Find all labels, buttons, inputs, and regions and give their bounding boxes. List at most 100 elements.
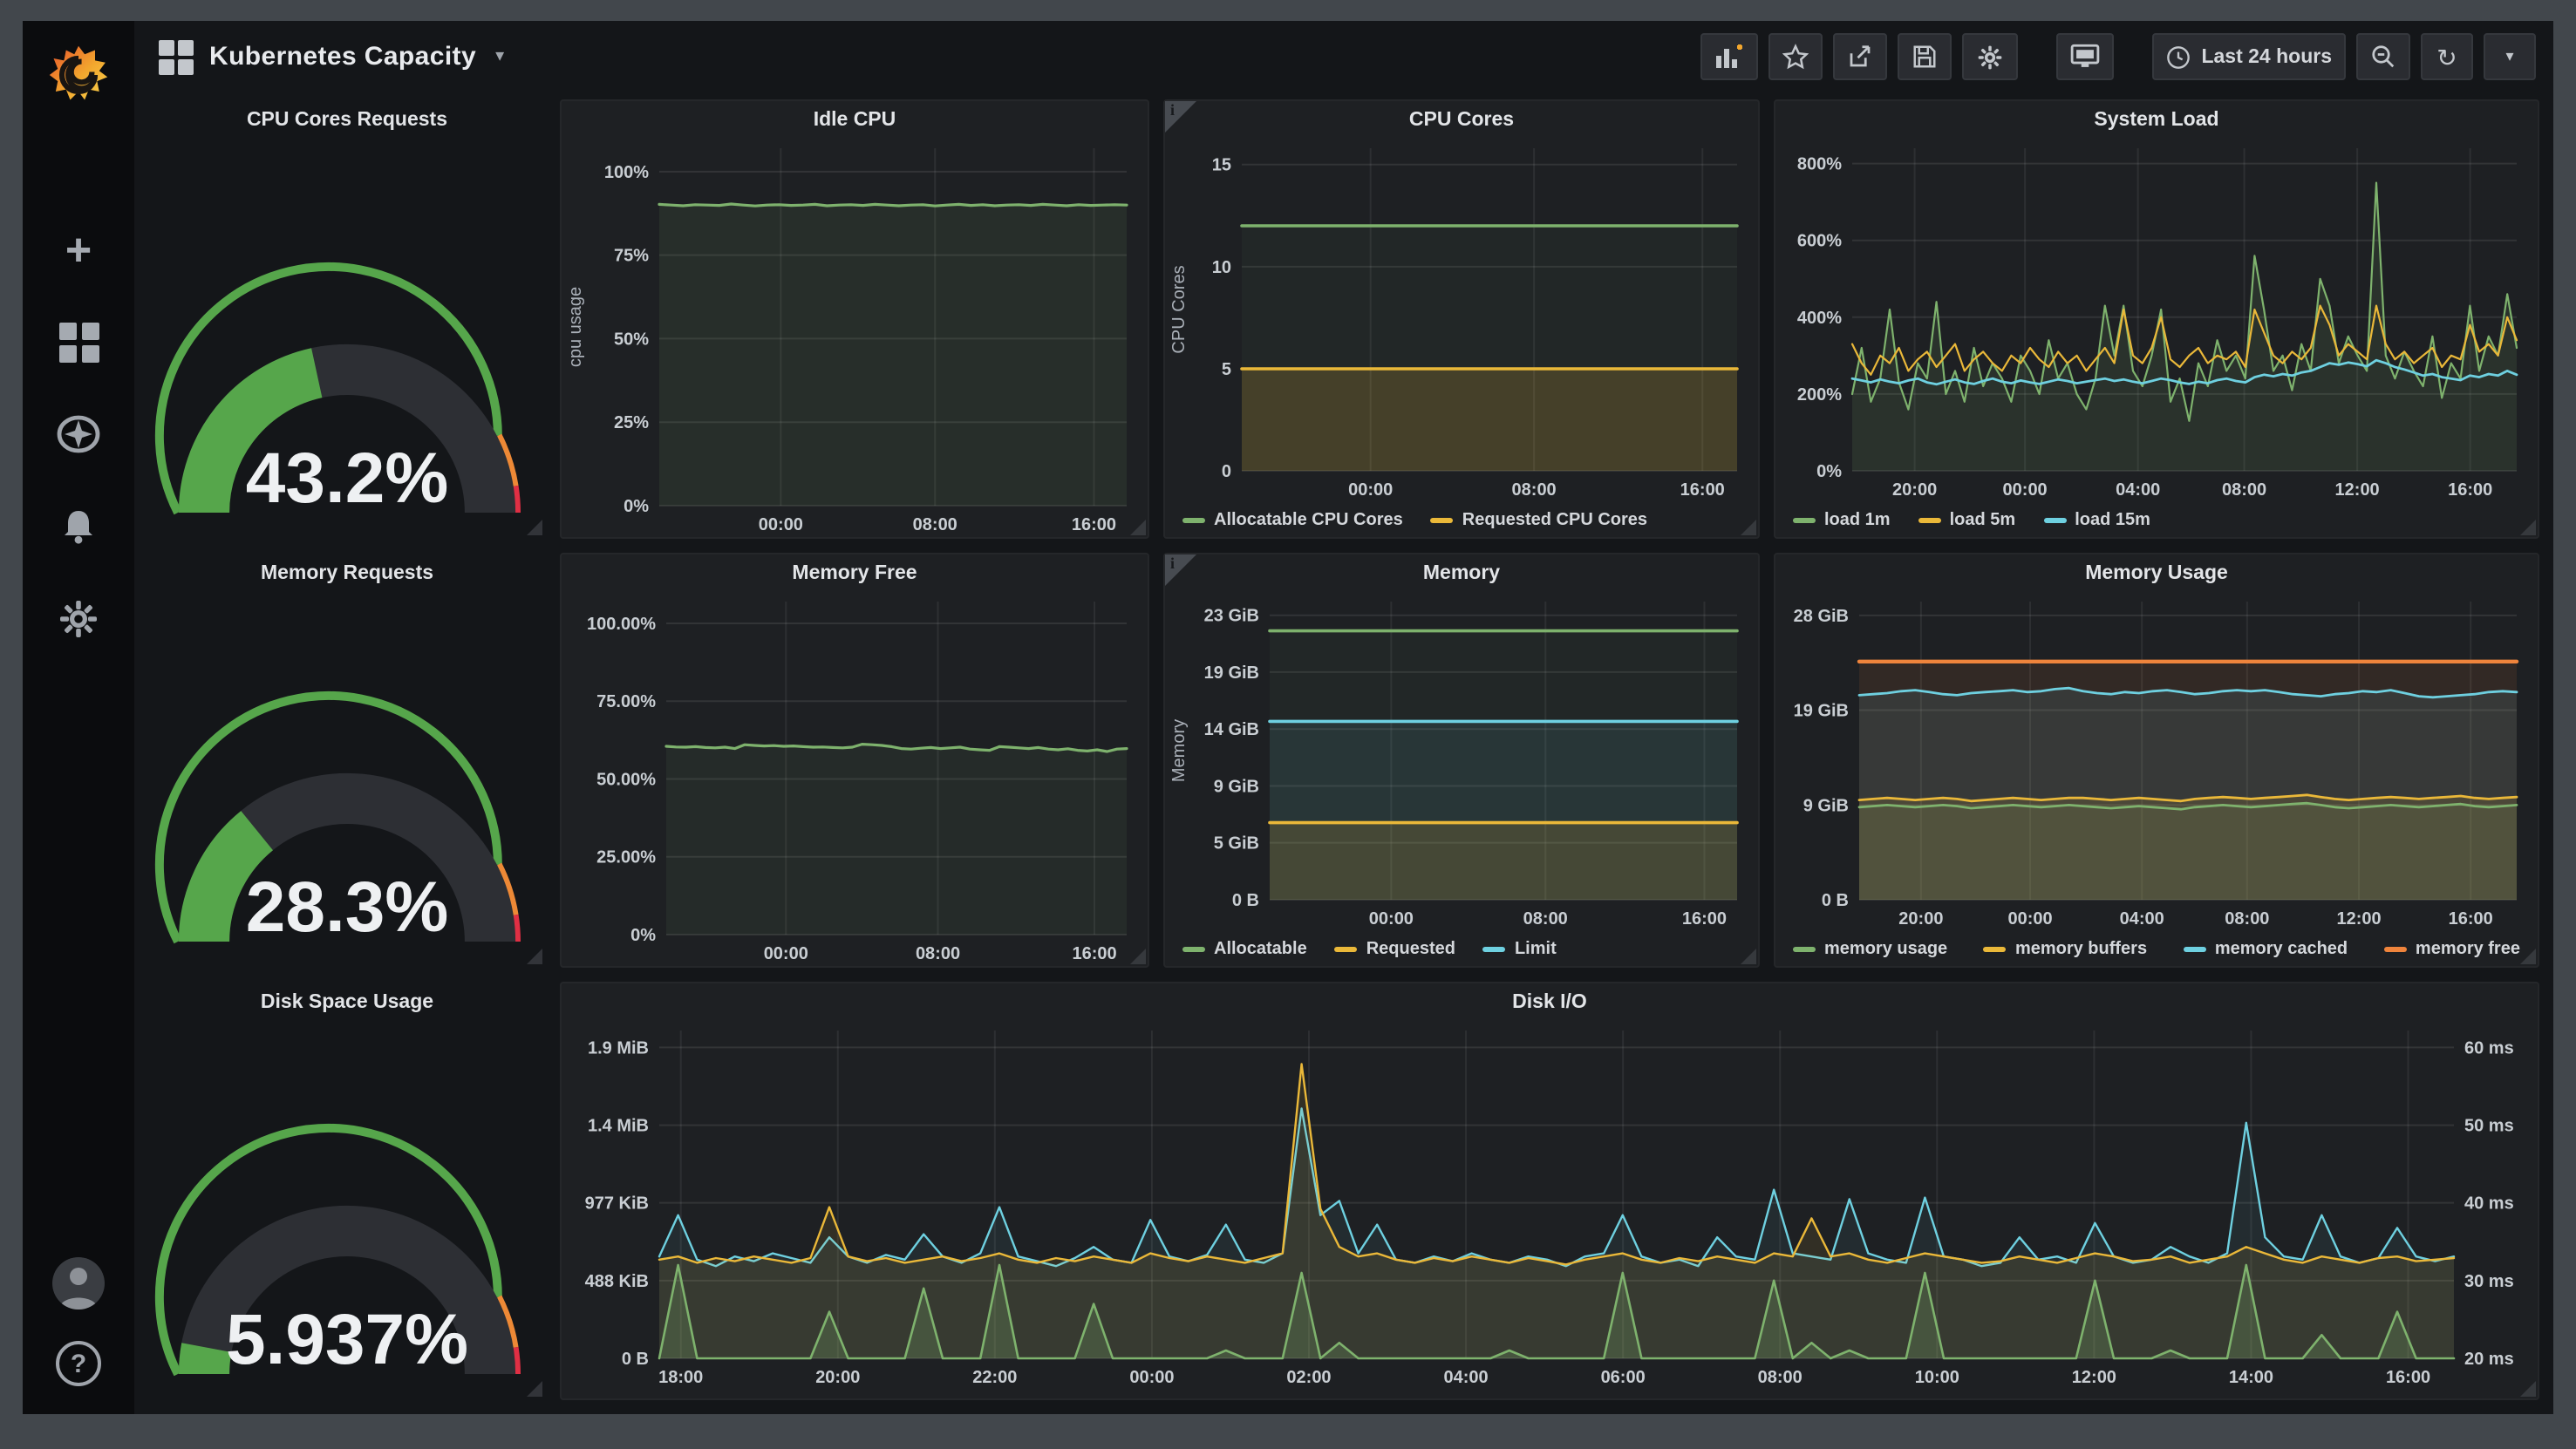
svg-text:15: 15 [1212,156,1231,175]
configuration-gear-icon[interactable] [56,596,101,642]
panel-memory-requests: Memory Requests 28.3% [148,553,546,968]
panel-header[interactable]: CPU Cores [1165,101,1758,138]
legend-color-dash [1182,946,1205,951]
memory-free-chart[interactable]: 00:0008:0016:000%25.00%50.00%75.00%100.0… [562,591,1148,966]
create-icon[interactable]: + [56,227,101,272]
grafana-logo-icon[interactable] [45,42,112,108]
panel-memory-free: Memory Free 00:0008:0016:000%25.00%50.00… [560,553,1149,968]
help-icon[interactable]: ? [56,1341,101,1386]
resize-handle[interactable] [527,520,542,535]
legend-item[interactable]: load 15m [2043,510,2150,529]
panel-title: Memory Requests [261,562,433,583]
svg-text:0 B: 0 B [1232,891,1259,910]
legend-color-dash [1793,517,1816,522]
svg-text:43.2%: 43.2% [246,439,449,518]
resize-handle[interactable] [527,949,542,964]
save-icon [1912,44,1938,70]
panel-title: Memory Free [792,562,917,583]
resize-handle[interactable] [1130,949,1146,964]
resize-handle[interactable] [527,1381,542,1397]
legend-item[interactable]: memory free [2384,939,2520,958]
svg-text:08:00: 08:00 [1523,909,1568,929]
svg-text:19 GiB: 19 GiB [1794,702,1849,721]
legend-item[interactable]: Requested [1335,939,1455,958]
svg-text:00:00: 00:00 [1369,909,1414,929]
explore-compass-icon[interactable] [56,412,101,457]
legend-item[interactable]: load 1m [1793,510,1891,529]
legend-item[interactable]: Limit [1483,939,1557,958]
resize-handle[interactable] [2520,1381,2536,1397]
panel-header[interactable]: CPU Cores Requests [150,101,544,138]
svg-text:20:00: 20:00 [1898,909,1943,929]
save-button[interactable] [1898,33,1952,80]
panel-title: Memory Usage [2085,562,2228,583]
panel-header[interactable]: Memory Free [562,554,1148,591]
legend-color-dash [2184,946,2206,951]
sidebar-bottom: ? [52,1257,105,1386]
panel-disk-space-usage: Disk Space Usage 5.937% [148,982,546,1400]
tv-mode-button[interactable] [2056,33,2114,80]
monitor-icon [2070,44,2100,70]
panel-idle-cpu: Idle CPU 00:0008:0016:000%25%50%75%100%c… [560,99,1149,539]
star-icon [1782,44,1809,70]
svg-text:12:00: 12:00 [2335,480,2380,500]
dashboards-icon[interactable] [56,319,101,364]
gear-icon [1976,43,2004,71]
legend-item[interactable]: memory buffers [1984,939,2147,958]
memory-usage-chart[interactable]: 20:0000:0004:0008:0012:0016:000 B9 GiB19… [1775,591,2538,931]
settings-button[interactable] [1962,33,2018,80]
svg-text:50 ms: 50 ms [2464,1117,2514,1136]
legend-item[interactable]: memory usage [1793,939,1947,958]
legend-item[interactable]: load 5m [1918,510,2016,529]
resize-handle[interactable] [1741,949,1756,964]
legend-item[interactable]: Allocatable [1182,939,1307,958]
resize-handle[interactable] [2520,520,2536,535]
svg-text:04:00: 04:00 [2120,909,2164,929]
legend-item[interactable]: memory cached [2184,939,2348,958]
system-load-chart[interactable]: 20:0000:0004:0008:0012:0016:000%200%400%… [1775,138,2538,502]
legend-label: memory free [2416,939,2520,958]
svg-text:100%: 100% [604,163,649,182]
panel-header[interactable]: Disk I/O [562,983,2538,1020]
alerting-bell-icon[interactable] [56,504,101,549]
idle-cpu-chart[interactable]: 00:0008:0016:000%25%50%75%100%cpu usage [562,138,1148,537]
resize-handle[interactable] [2520,949,2536,964]
legend: Allocatable CPU Cores Requested CPU Cores [1165,502,1758,537]
user-avatar[interactable] [52,1257,105,1310]
legend-label: Limit [1515,939,1557,958]
panel-header[interactable]: Memory [1165,554,1758,591]
legend-item[interactable]: Requested CPU Cores [1431,510,1647,529]
panel-header[interactable]: Idle CPU [562,101,1148,138]
disk-io-chart[interactable]: 18:0020:0022:0000:0002:0004:0006:0008:00… [562,1020,2538,1398]
resize-handle[interactable] [1741,520,1756,535]
refresh-button[interactable]: ↻ [2421,33,2473,80]
zoom-out-button[interactable] [2356,33,2410,80]
panel-system-load: System Load 20:0000:0004:0008:0012:0016:… [1774,99,2539,539]
add-panel-button[interactable] [1700,33,1758,80]
refresh-interval-dropdown[interactable]: ▾ [2484,33,2536,80]
legend-item[interactable]: Allocatable CPU Cores [1182,510,1403,529]
gauge-disk-space-usage: 5.937% [150,1020,544,1398]
svg-text:10: 10 [1212,258,1231,277]
panel-header[interactable]: Disk Space Usage [150,983,544,1020]
svg-text:14:00: 14:00 [2229,1368,2273,1387]
svg-text:28.3%: 28.3% [246,867,449,947]
svg-text:0%: 0% [1816,462,1842,481]
resize-handle[interactable] [1130,520,1146,535]
cpu-cores-chart[interactable]: 00:0008:0016:00051015CPU Cores [1165,138,1758,502]
panel-header[interactable]: Memory Usage [1775,554,2538,591]
share-button[interactable] [1833,33,1887,80]
svg-text:977 KiB: 977 KiB [585,1194,649,1214]
legend-label: Allocatable [1214,939,1307,958]
memory-chart[interactable]: 00:0008:0016:000 B5 GiB9 GiB14 GiB19 GiB… [1165,591,1758,931]
panel-header[interactable]: System Load [1775,101,2538,138]
svg-text:CPU Cores: CPU Cores [1169,265,1189,353]
time-range-picker[interactable]: Last 24 hours [2152,33,2346,80]
star-button[interactable] [1768,33,1823,80]
dashboard-title-group[interactable]: Kubernetes Capacity ▾ [159,39,504,74]
panel-header[interactable]: Memory Requests [150,554,544,591]
svg-text:0%: 0% [630,926,656,945]
panel-cpu-cores: i CPU Cores 00:0008:0016:00051015CPU Cor… [1163,99,1760,539]
legend-label: load 5m [1950,510,2016,529]
svg-text:12:00: 12:00 [2336,909,2381,929]
